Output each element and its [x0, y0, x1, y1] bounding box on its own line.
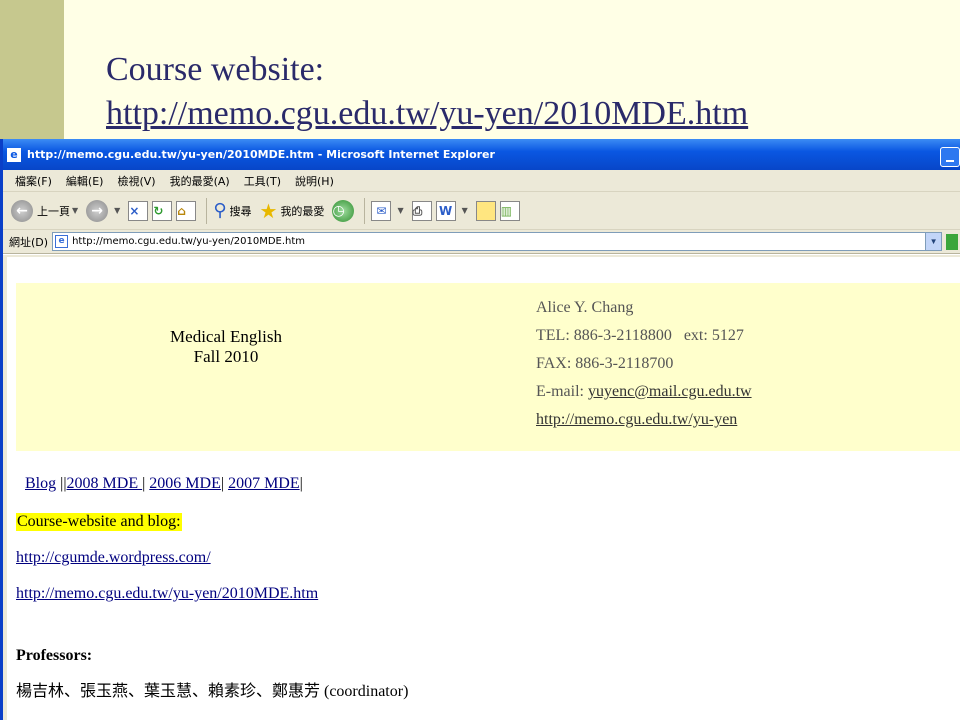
- history-icon[interactable]: ◷: [332, 199, 355, 222]
- favorites-star-icon: ★: [259, 198, 278, 223]
- favorites-button[interactable]: ★ 我的最愛: [260, 199, 325, 223]
- back-arrow-icon: ←: [11, 199, 33, 222]
- address-label: 網址(D): [9, 235, 49, 249]
- nav-2006-mde-link[interactable]: 2006 MDE: [149, 475, 221, 492]
- favorites-label: 我的最愛: [280, 204, 325, 218]
- search-icon: ⚲: [213, 200, 227, 221]
- course-url-link[interactable]: http://memo.cgu.edu.tw/yu-yen/2010MDE.ht…: [16, 585, 318, 603]
- homepage-link[interactable]: http://memo.cgu.edu.tw/yu-yen: [536, 411, 737, 428]
- professors-heading: Professors:: [16, 647, 93, 664]
- address-field[interactable]: e ▼: [52, 232, 943, 251]
- nav-separator: |: [220, 475, 229, 492]
- email-prefix: E-mail:: [536, 383, 588, 400]
- nav-separator: ||: [56, 475, 67, 492]
- menu-view[interactable]: 檢視(V): [117, 173, 155, 189]
- menu-edit[interactable]: 編輯(E): [66, 173, 104, 189]
- discuss-icon[interactable]: [475, 200, 496, 221]
- nav-blog-link[interactable]: Blog: [25, 475, 56, 492]
- back-dropdown-icon[interactable]: ▼: [72, 206, 78, 215]
- contact-name: Alice Y. Chang: [536, 299, 634, 316]
- menu-favorites[interactable]: 我的最愛(A): [170, 173, 230, 189]
- contact-email-row: E-mail: yuyenc@mail.cgu.edu.tw: [536, 378, 752, 406]
- print-icon[interactable]: ⎙: [411, 200, 432, 221]
- nav-2007-mde-link[interactable]: 2007 MDE: [228, 475, 300, 492]
- toolbar-separator: [206, 197, 208, 224]
- address-dropdown-icon[interactable]: ▼: [925, 233, 942, 250]
- edit-dropdown-icon[interactable]: ▼: [462, 206, 468, 215]
- back-button[interactable]: ← 上一頁 ▼: [11, 199, 78, 222]
- forward-dropdown-icon[interactable]: ▼: [114, 206, 120, 215]
- go-button[interactable]: [946, 233, 959, 250]
- menu-bar: 檔案(F) 編輯(E) 檢視(V) 我的最愛(A) 工具(T) 說明(H): [3, 170, 960, 192]
- menu-help[interactable]: 說明(H): [295, 173, 334, 189]
- course-title-block: Medical English Fall 2010: [16, 327, 436, 367]
- refresh-icon[interactable]: ↻: [152, 200, 173, 221]
- menu-tools[interactable]: 工具(T): [244, 173, 281, 189]
- browser-window: e http://memo.cgu.edu.tw/yu-yen/2010MDE.…: [0, 139, 960, 720]
- back-label: 上一頁: [37, 204, 70, 218]
- forward-arrow-icon: →: [86, 199, 109, 222]
- address-input[interactable]: [72, 236, 926, 247]
- page-icon: e: [55, 235, 69, 248]
- stop-icon[interactable]: ×: [128, 200, 149, 221]
- menu-file[interactable]: 檔案(F): [15, 173, 52, 189]
- mail-dropdown-icon[interactable]: ▼: [397, 206, 403, 215]
- research-icon[interactable]: ▥: [499, 200, 520, 221]
- contact-fax: FAX: 886-3-2118700: [536, 355, 674, 372]
- browser-titlebar: e http://memo.cgu.edu.tw/yu-yen/2010MDE.…: [3, 139, 960, 170]
- word-edit-icon: W: [435, 200, 456, 221]
- blog-url-link[interactable]: http://cgumde.wordpress.com/: [16, 549, 211, 567]
- course-term: Fall 2010: [193, 347, 259, 366]
- mail-icon: ✉: [371, 200, 392, 221]
- slide-url-link[interactable]: http://memo.cgu.edu.tw/yu-yen/2010MDE.ht…: [106, 92, 748, 136]
- ie-logo-icon: e: [7, 147, 21, 162]
- highlighted-heading: Course-website and blog:: [16, 513, 182, 531]
- browser-toolbar: ← 上一頁 ▼ → ▼ × ↻ ⌂ ⚲ 搜尋 ★ 我的最愛 ◷ ✉ ▼ ⎙ W …: [3, 192, 960, 230]
- mail-button[interactable]: ✉ ▼: [371, 200, 404, 221]
- nav-2008-mde-link[interactable]: 2008 MDE: [67, 475, 143, 492]
- toolbar-separator: [364, 197, 366, 224]
- contact-block: Alice Y. Chang TEL: 886-3-2118800 ext: 5…: [536, 294, 752, 434]
- forward-button[interactable]: → ▼: [86, 199, 120, 222]
- contact-homepage-row: http://memo.cgu.edu.tw/yu-yen: [536, 406, 752, 434]
- professors-list: 楊吉林、張玉燕、葉玉慧、賴素珍、鄭惠芳 (coordinator): [16, 683, 409, 700]
- slide-title: Course website:: [106, 51, 325, 88]
- minimize-button[interactable]: [940, 147, 960, 167]
- window-title: http://memo.cgu.edu.tw/yu-yen/2010MDE.ht…: [27, 148, 495, 161]
- page-content: Medical English Fall 2010 Alice Y. Chang…: [3, 255, 960, 720]
- nav-separator: |: [299, 475, 303, 492]
- search-label: 搜尋: [229, 204, 252, 218]
- nav-links: Blog ||2008 MDE | 2006 MDE| 2007 MDE|: [25, 475, 303, 493]
- home-icon[interactable]: ⌂: [176, 200, 197, 221]
- address-bar: 網址(D) e ▼: [3, 230, 960, 254]
- contact-tel: TEL: 886-3-2118800 ext: 5127: [536, 327, 744, 344]
- search-button[interactable]: ⚲ 搜尋: [213, 200, 251, 221]
- edit-button[interactable]: W ▼: [435, 200, 468, 221]
- course-header: Medical English Fall 2010 Alice Y. Chang…: [16, 283, 960, 451]
- course-title: Medical English: [170, 327, 282, 346]
- email-link[interactable]: yuyenc@mail.cgu.edu.tw: [588, 383, 752, 400]
